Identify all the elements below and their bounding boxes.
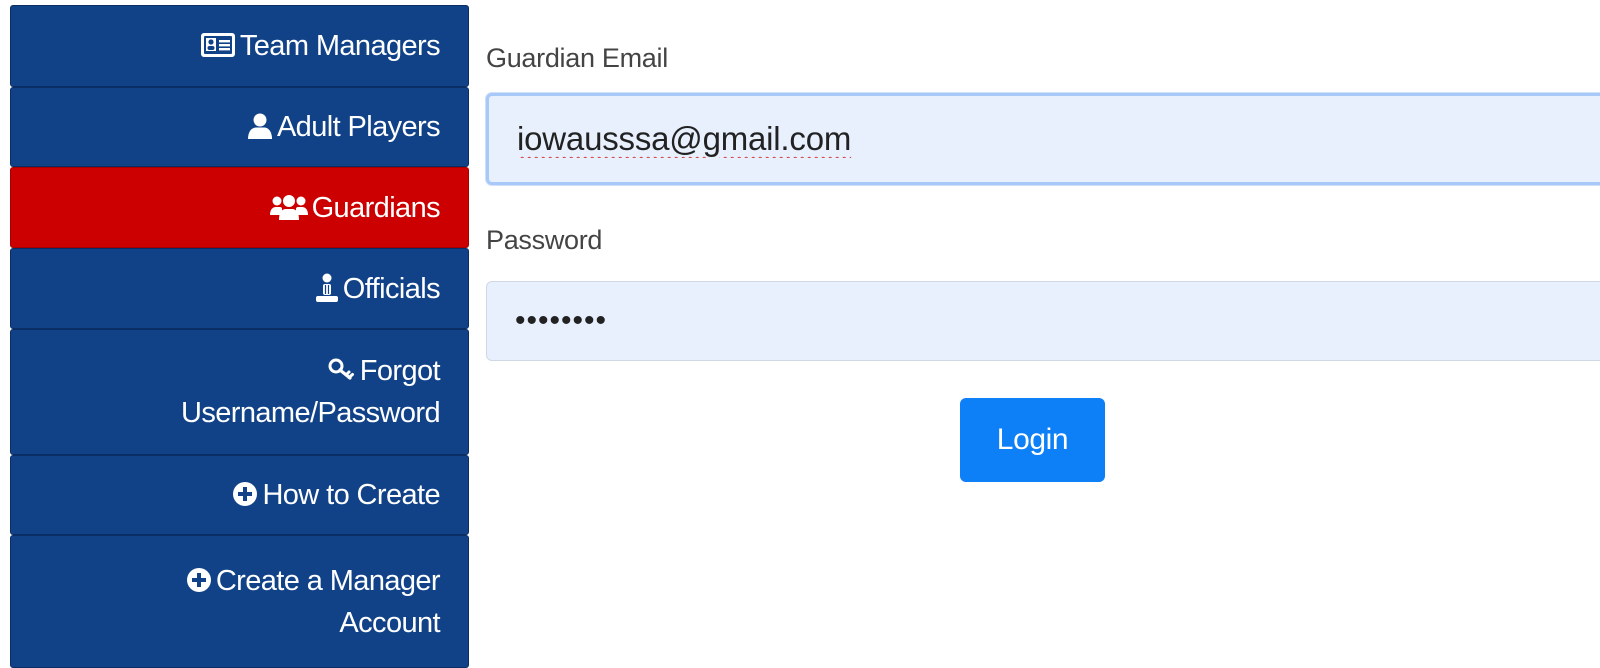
sidebar-item-label: How to Create (262, 479, 440, 511)
sidebar-item-label-line2: Username/Password (181, 397, 441, 429)
email-label: Guardian Email (486, 43, 668, 73)
sidebar-item-label: Team Managers (239, 30, 441, 62)
sidebar-item-label: Guardians (311, 191, 441, 224)
login-button[interactable]: Login (960, 398, 1105, 482)
password-label: Password (486, 225, 603, 255)
sidebar-item-label: Adult Players (276, 111, 441, 143)
sidebar-item-forgot-credentials[interactable]: Forgot Username/Password (10, 329, 469, 455)
sidebar-item-team-managers[interactable]: Team Managers (10, 5, 469, 87)
referee-icon (315, 273, 339, 303)
sidebar-item-how-to-create[interactable]: How to Create (10, 455, 469, 535)
sidebar-item-label: Officials (342, 272, 441, 305)
login-page: Team Managers Adult Players Guardians Of… (0, 0, 1600, 668)
user-icon (247, 112, 273, 140)
key-icon (328, 358, 356, 382)
plus-circle-icon (232, 481, 258, 507)
email-field[interactable] (486, 93, 1600, 185)
password-field[interactable] (486, 281, 1600, 361)
sidebar-item-label-line1: Forgot (359, 355, 441, 387)
plus-circle-icon (186, 567, 212, 593)
sidebar-item-officials[interactable]: Officials (10, 248, 469, 329)
sidebar-nav: Team Managers Adult Players Guardians Of… (10, 5, 469, 668)
users-icon (269, 193, 308, 221)
sidebar-item-adult-players[interactable]: Adult Players (10, 87, 469, 167)
sidebar-item-guardians[interactable]: Guardians (10, 167, 469, 248)
sidebar-item-label-line2: Account (339, 606, 440, 639)
sidebar-item-label-line1: Create a Manager (215, 564, 441, 597)
id-card-icon (200, 32, 236, 58)
sidebar-item-create-manager-account[interactable]: Create a Manager Account (10, 535, 469, 668)
